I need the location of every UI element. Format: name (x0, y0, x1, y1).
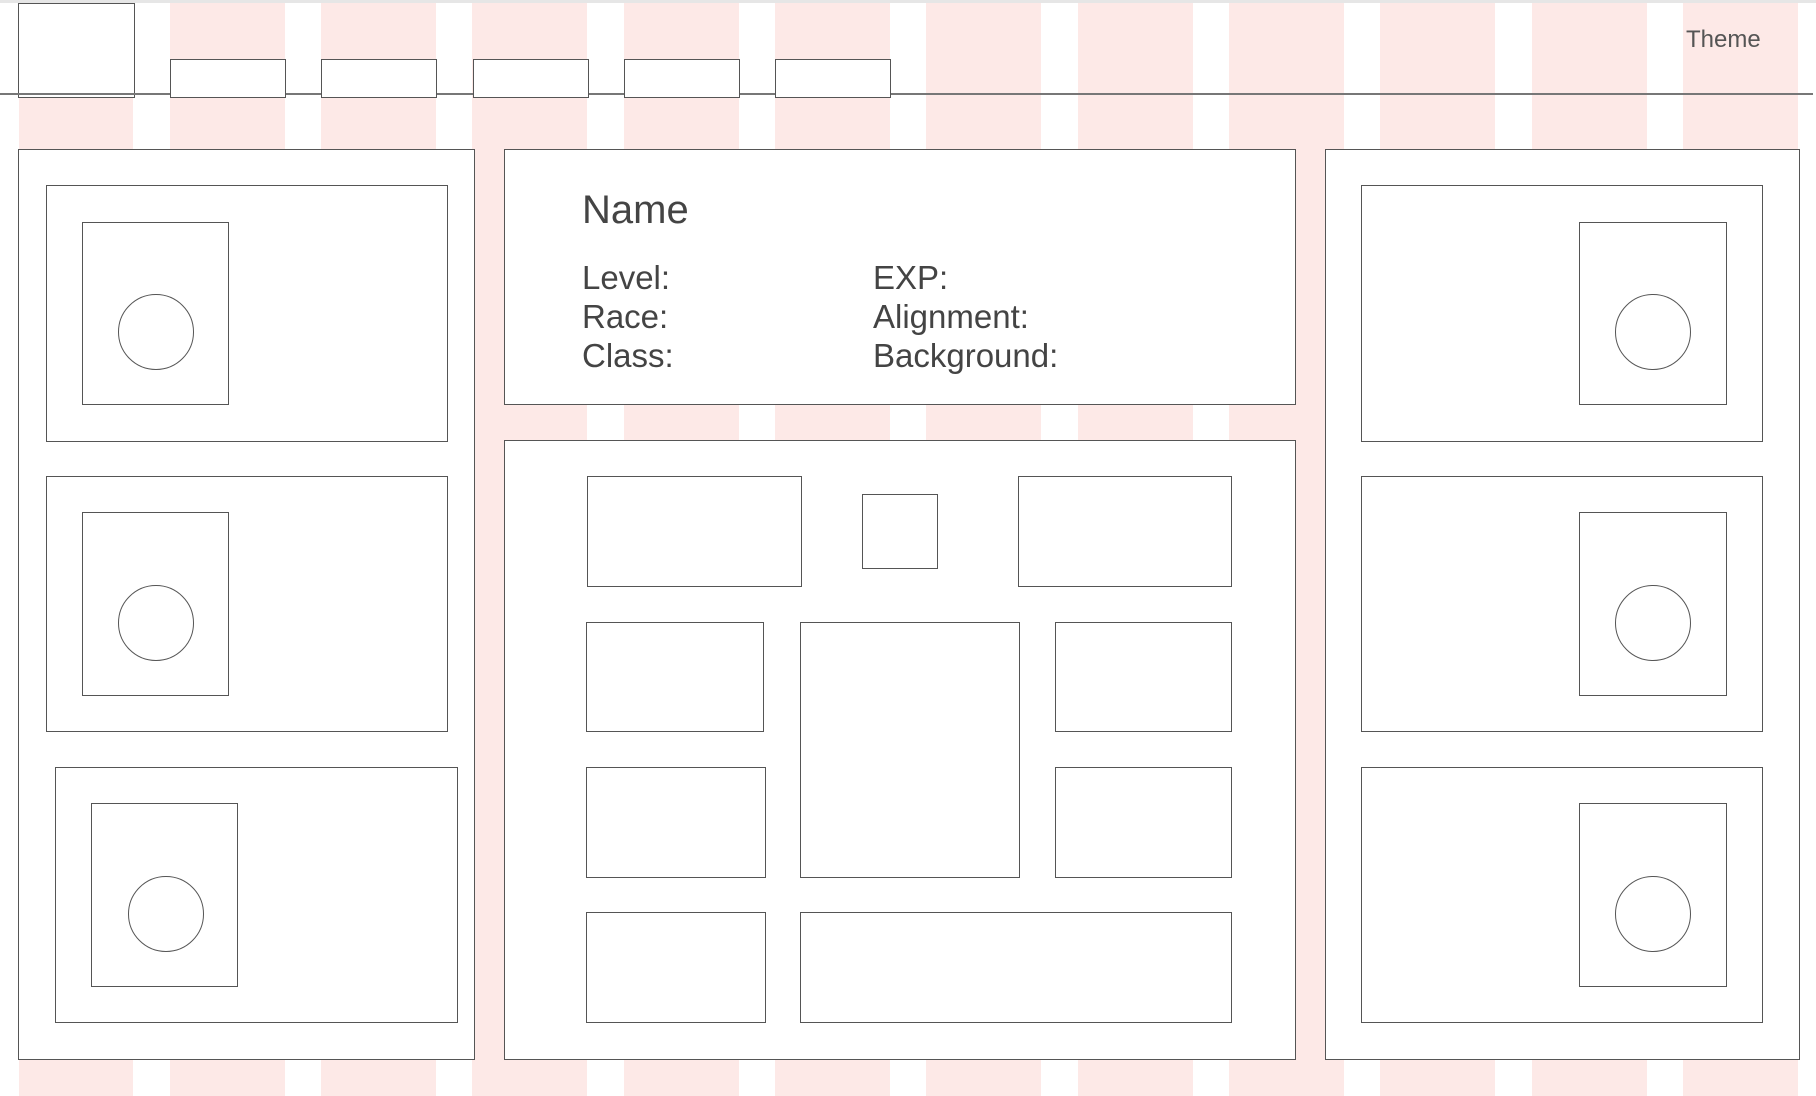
background-label: Background: (873, 337, 1059, 374)
race-label: Race: (582, 298, 669, 335)
portrait-placeholder-icon (118, 294, 194, 370)
nav-tab-3[interactable] (473, 59, 589, 98)
stat-box-center-large[interactable] (800, 622, 1020, 878)
stat-box-right-1[interactable] (1055, 622, 1232, 732)
nav-tab-1[interactable] (170, 59, 286, 98)
logo-placeholder[interactable] (18, 3, 135, 98)
stat-box-small[interactable] (862, 494, 938, 569)
nav-tab-4[interactable] (624, 59, 740, 98)
alignment-label: Alignment: (873, 298, 1029, 335)
class-label: Class: (582, 337, 674, 374)
theme-toggle[interactable]: Theme (1686, 26, 1761, 54)
stat-box-top-right[interactable] (1018, 476, 1232, 587)
stat-box-top-left[interactable] (587, 476, 802, 587)
stat-box-right-2[interactable] (1055, 767, 1232, 878)
exp-label: EXP: (873, 259, 949, 296)
stat-box-bottom-wide[interactable] (800, 912, 1232, 1023)
character-name: Name (582, 188, 689, 232)
portrait-placeholder-icon (1615, 876, 1691, 952)
top-border (0, 0, 1816, 3)
stat-box-left-2[interactable] (586, 767, 766, 878)
portrait-placeholder-icon (1615, 294, 1691, 370)
portrait-placeholder-icon (128, 876, 204, 952)
portrait-placeholder-icon (1615, 585, 1691, 661)
level-label: Level: (582, 259, 671, 296)
portrait-placeholder-icon (118, 585, 194, 661)
nav-tab-2[interactable] (321, 59, 437, 98)
stat-box-left-1[interactable] (586, 622, 764, 732)
nav-tab-5[interactable] (775, 59, 891, 98)
stat-box-bottom-left[interactable] (586, 912, 766, 1023)
